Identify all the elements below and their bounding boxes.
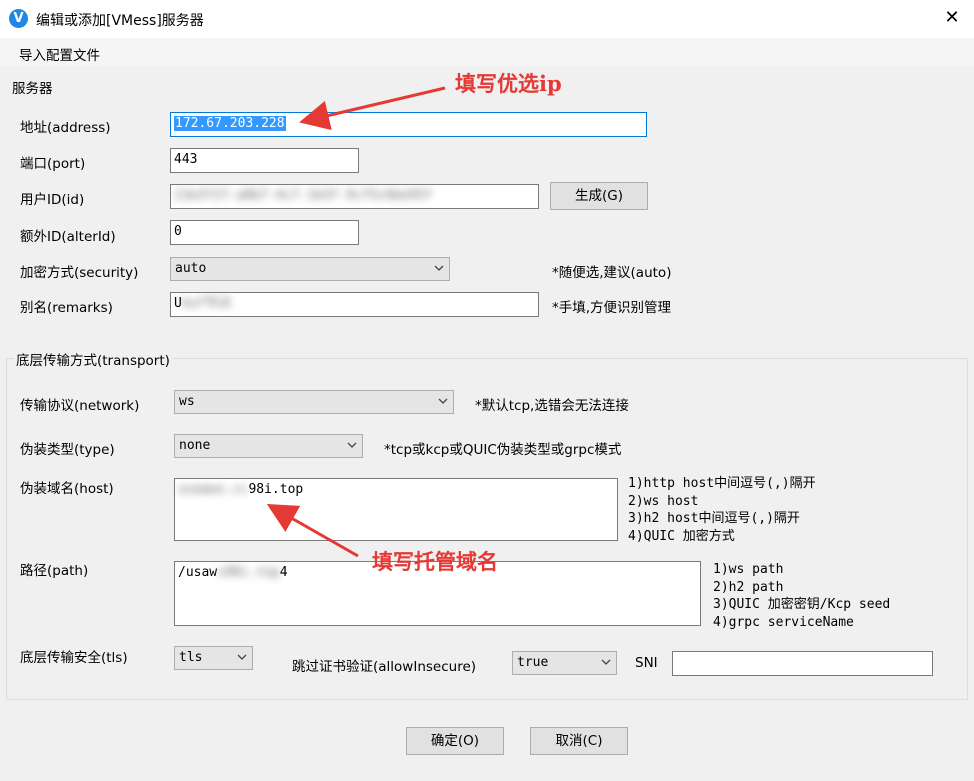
annotation-arrows — [266, 86, 446, 558]
arrow-to-address — [299, 86, 446, 131]
arrow-to-host — [266, 504, 359, 558]
